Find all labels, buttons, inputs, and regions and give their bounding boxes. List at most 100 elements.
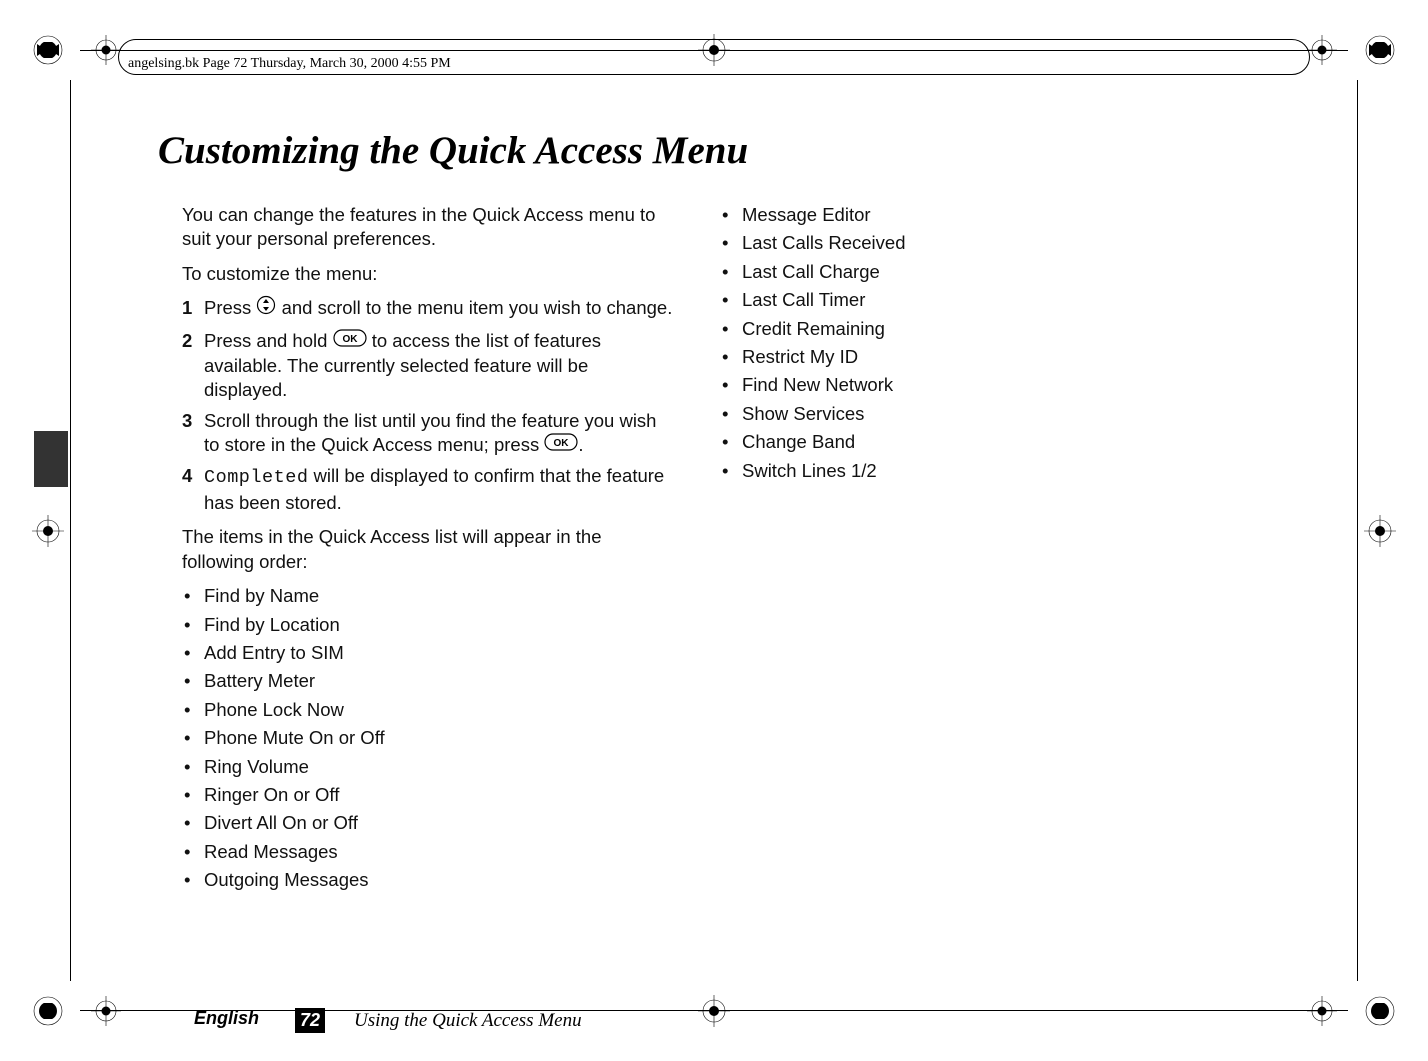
bullet-icon: • <box>720 345 742 369</box>
bullet-icon: • <box>720 317 742 341</box>
list-item: •Last Call Timer <box>720 288 1212 312</box>
step-number: 3 <box>182 409 204 459</box>
ok-button-icon: OK <box>333 329 367 353</box>
list-item: •Phone Mute On or Off <box>182 726 674 750</box>
text-fragment: . <box>578 434 583 455</box>
list-item-label: Find by Name <box>204 584 674 608</box>
register-cross-icon <box>30 511 70 551</box>
footer-language: English <box>194 1008 259 1029</box>
scroll-button-icon <box>256 295 276 321</box>
list-item-label: Message Editor <box>742 203 1212 227</box>
footer-page-number: 72 <box>295 1008 325 1033</box>
register-cross-icon <box>694 989 734 1029</box>
bullet-icon: • <box>720 231 742 255</box>
list-item: •Message Editor <box>720 203 1212 227</box>
list-item-label: Last Call Timer <box>742 288 1212 312</box>
order-intro: The items in the Quick Access list will … <box>182 525 674 574</box>
step-item: 4 Completed will be displayed to confirm… <box>182 464 674 515</box>
list-item-label: Change Band <box>742 430 1212 454</box>
list-item-label: Credit Remaining <box>742 317 1212 341</box>
footer-section-title: Using the Quick Access Menu <box>354 1010 582 1032</box>
ok-button-icon: OK <box>544 433 578 457</box>
customize-lead: To customize the menu: <box>182 262 674 286</box>
bullet-icon: • <box>182 584 204 608</box>
step-number: 2 <box>182 329 204 403</box>
list-item-label: Read Messages <box>204 840 674 864</box>
bullet-icon: • <box>720 260 742 284</box>
step-item: 1 Press and scroll to the menu item you … <box>182 296 674 322</box>
list-item: •Add Entry to SIM <box>182 641 674 665</box>
list-item: •Phone Lock Now <box>182 698 674 722</box>
list-item: •Credit Remaining <box>720 317 1212 341</box>
header-filename: angelsing.bk Page 72 Thursday, March 30,… <box>128 56 451 72</box>
register-cross-icon <box>1358 511 1398 551</box>
text-fragment: and scroll to the menu item you wish to … <box>276 297 672 318</box>
list-item-label: Switch Lines 1/2 <box>742 459 1212 483</box>
step-item: 3 Scroll through the list until you find… <box>182 409 674 459</box>
svg-text:OK: OK <box>554 438 570 449</box>
page-title: Customizing the Quick Access Menu <box>158 128 1278 173</box>
bullet-icon: • <box>720 402 742 426</box>
list-item-label: Find New Network <box>742 373 1212 397</box>
list-item: •Read Messages <box>182 840 674 864</box>
list-item-label: Ring Volume <box>204 755 674 779</box>
text-fragment: Scroll through the list until you find t… <box>204 410 656 455</box>
list-item-label: Find by Location <box>204 613 674 637</box>
side-tab <box>34 431 68 487</box>
list-item: •Find by Name <box>182 584 674 608</box>
step-text: Scroll through the list until you find t… <box>204 409 674 459</box>
list-item: •Ringer On or Off <box>182 783 674 807</box>
bullet-list-right: •Message Editor •Last Calls Received •La… <box>720 203 1212 483</box>
list-item-label: Last Calls Received <box>742 231 1212 255</box>
bullet-icon: • <box>182 641 204 665</box>
list-item-label: Add Entry to SIM <box>204 641 674 665</box>
list-item: •Switch Lines 1/2 <box>720 459 1212 483</box>
list-item: •Last Call Charge <box>720 260 1212 284</box>
bullet-icon: • <box>720 203 742 227</box>
bullet-icon: • <box>182 868 204 892</box>
step-number: 1 <box>182 296 204 322</box>
bullet-icon: • <box>720 373 742 397</box>
list-item-label: Show Services <box>742 402 1212 426</box>
list-item-label: Outgoing Messages <box>204 868 674 892</box>
register-cross-icon <box>1304 32 1340 68</box>
register-mark-icon <box>1348 989 1398 1029</box>
bullet-list-left: •Find by Name •Find by Location •Add Ent… <box>182 584 674 892</box>
bullet-icon: • <box>182 811 204 835</box>
code-text: Completed <box>204 467 308 488</box>
step-item: 2 Press and hold OK to access the list o… <box>182 329 674 403</box>
list-item: •Change Band <box>720 430 1212 454</box>
column-left: You can change the features in the Quick… <box>182 203 674 897</box>
list-item-label: Last Call Charge <box>742 260 1212 284</box>
list-item-label: Phone Mute On or Off <box>204 726 674 750</box>
register-mark-icon <box>30 32 80 72</box>
steps-list: 1 Press and scroll to the menu item you … <box>182 296 674 515</box>
list-item: •Divert All On or Off <box>182 811 674 835</box>
register-cross-icon <box>88 993 124 1029</box>
register-cross-icon <box>1304 993 1340 1029</box>
register-mark-icon <box>30 989 80 1029</box>
list-item: •Find by Location <box>182 613 674 637</box>
list-item: •Last Calls Received <box>720 231 1212 255</box>
intro-paragraph: You can change the features in the Quick… <box>182 203 674 252</box>
text-fragment: Press and hold <box>204 330 333 351</box>
step-text: Press and scroll to the menu item you wi… <box>204 296 674 322</box>
bullet-icon: • <box>182 669 204 693</box>
bullet-icon: • <box>182 613 204 637</box>
list-item: •Outgoing Messages <box>182 868 674 892</box>
list-item: •Restrict My ID <box>720 345 1212 369</box>
bullet-icon: • <box>720 430 742 454</box>
step-text: Press and hold OK to access the list of … <box>204 329 674 403</box>
step-number: 4 <box>182 464 204 515</box>
register-mark-icon <box>1348 32 1398 72</box>
list-item: •Find New Network <box>720 373 1212 397</box>
step-text: Completed will be displayed to confirm t… <box>204 464 674 515</box>
list-item-label: Ringer On or Off <box>204 783 674 807</box>
register-cross-icon <box>88 32 124 68</box>
register-cross-icon <box>694 32 734 72</box>
list-item-label: Divert All On or Off <box>204 811 674 835</box>
list-item: •Show Services <box>720 402 1212 426</box>
list-item: •Ring Volume <box>182 755 674 779</box>
column-right: •Message Editor •Last Calls Received •La… <box>720 203 1212 897</box>
text-fragment: Press <box>204 297 256 318</box>
